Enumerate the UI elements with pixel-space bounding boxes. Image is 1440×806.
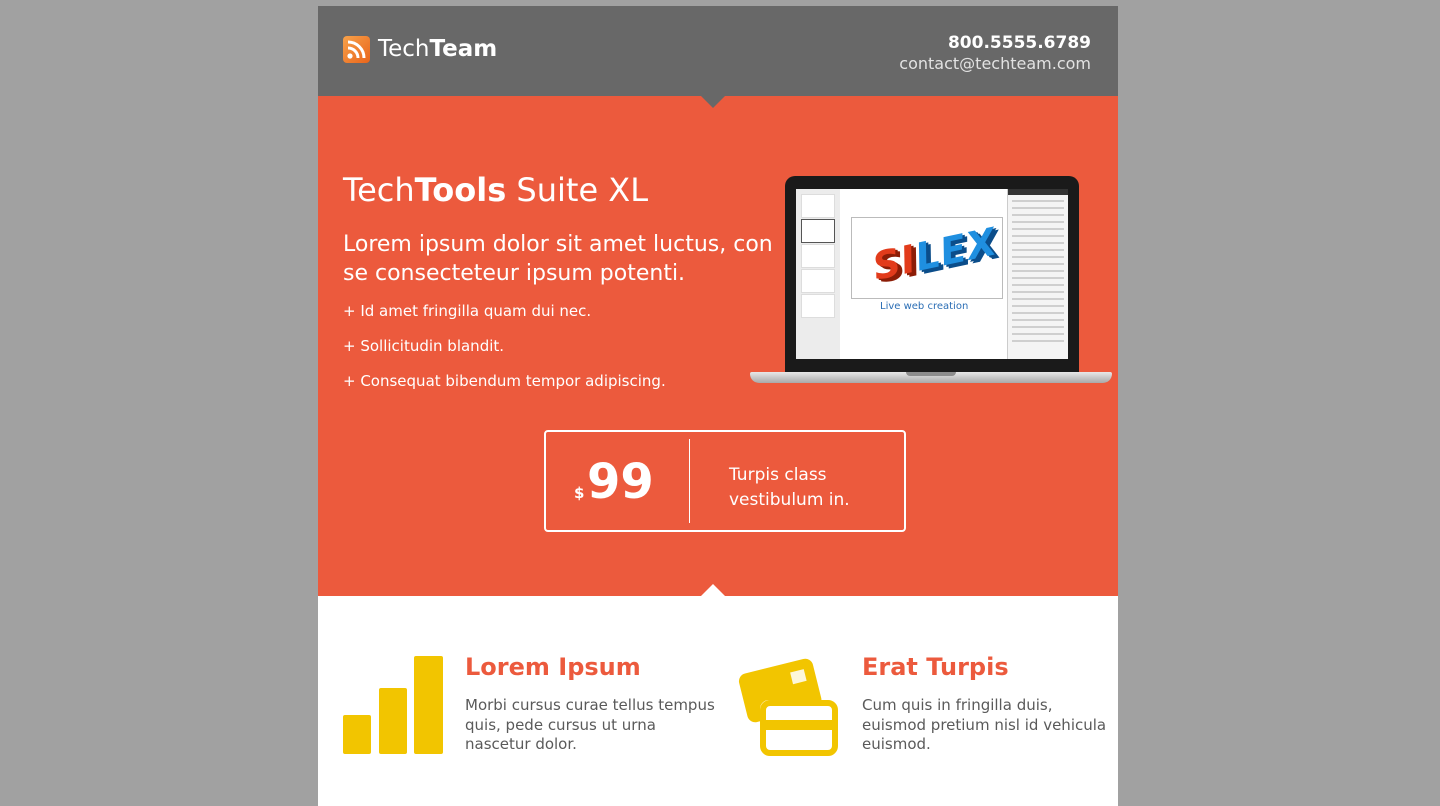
hero-section: TechTools Suite XL Lorem ipsum dolor sit… — [318, 96, 1118, 596]
bullet-item: + Id amet fringilla quam dui nec. — [343, 302, 592, 320]
feature-bullets: + Id amet fringilla quam dui nec. + Soll… — [343, 302, 666, 407]
laptop-screen: SILEX Live web creation — [796, 189, 1068, 359]
hero-title: TechTools Suite XL — [343, 171, 649, 209]
price-box[interactable]: $ 99 Turpis class vestibulum in. — [544, 430, 906, 532]
brand-name: TechTeam — [378, 36, 498, 62]
properties-panel — [1007, 189, 1068, 359]
price-divider — [689, 439, 690, 523]
rss-icon — [343, 36, 370, 63]
bar-chart-icon — [343, 654, 443, 760]
contact-info: 800.5555.6789 contact@techteam.com — [899, 33, 1091, 74]
header-pointer — [701, 96, 725, 108]
feature-text: Morbi cursus curae tellus tempus quis, p… — [465, 696, 715, 753]
image-caption: Live web creation — [880, 301, 969, 312]
section-pointer — [701, 584, 725, 596]
header: TechTeam 800.5555.6789 contact@techteam.… — [318, 6, 1118, 96]
silex-logo: SILEX — [868, 219, 1002, 289]
page-thumbnail — [801, 219, 835, 243]
feature-title: Lorem Ipsum — [465, 653, 641, 681]
page-thumbnail — [801, 244, 835, 268]
phone-number[interactable]: 800.5555.6789 — [899, 33, 1091, 53]
page-thumbnail — [801, 269, 835, 293]
price-description: Turpis class vestibulum in. — [729, 465, 850, 510]
bullet-item: + Consequat bibendum tempor adipiscing. — [343, 372, 666, 390]
feature-lorem-ipsum: Lorem Ipsum Morbi cursus curae tellus te… — [318, 646, 715, 766]
price-amount: 99 — [587, 454, 654, 510]
feature-erat-turpis: Erat Turpis Cum quis in fringilla duis, … — [718, 646, 1106, 766]
pages-panel — [796, 189, 840, 359]
page-thumbnail — [801, 194, 835, 218]
currency-symbol: $ — [574, 484, 585, 502]
silex-logo-frame: SILEX — [851, 217, 1003, 299]
email-template: TechTeam 800.5555.6789 contact@techteam.… — [318, 6, 1118, 806]
feature-text: Cum quis in fringilla duis, euismod pret… — [862, 696, 1107, 753]
logo[interactable]: TechTeam — [343, 36, 497, 63]
laptop-notch — [906, 372, 956, 376]
credit-cards-icon — [738, 654, 842, 762]
hero-subtitle: Lorem ipsum dolor sit amet luctus, con s… — [343, 232, 773, 286]
page-thumbnail — [801, 294, 835, 318]
laptop-image: SILEX Live web creation — [750, 176, 1112, 386]
laptop-lid: SILEX Live web creation — [785, 176, 1079, 372]
email-link[interactable]: contact@techteam.com — [899, 53, 1091, 74]
feature-title: Erat Turpis — [862, 653, 1009, 681]
bullet-item: + Sollicitudin blandit. — [343, 337, 505, 355]
